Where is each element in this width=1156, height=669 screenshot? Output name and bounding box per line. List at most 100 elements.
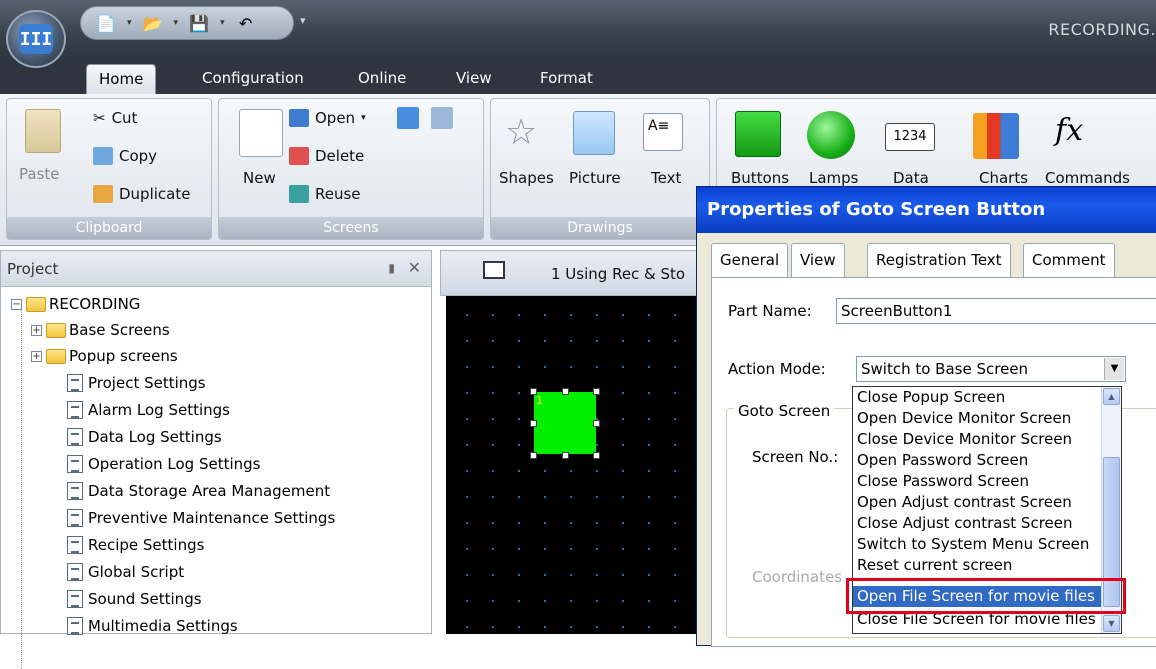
- option-reset-current-screen[interactable]: Reset current screen: [857, 555, 1012, 576]
- tab-online[interactable]: Online: [346, 64, 418, 94]
- new-dropdown-icon[interactable]: ▾: [127, 18, 132, 28]
- tab-view-dialog[interactable]: View: [791, 243, 845, 277]
- picture-button[interactable]: Picture: [569, 169, 621, 187]
- charts-icon[interactable]: [973, 113, 1019, 159]
- data-display-icon[interactable]: 1234: [885, 123, 935, 151]
- tab-general[interactable]: General: [711, 243, 789, 279]
- tab-view[interactable]: View: [444, 64, 504, 94]
- tab-format[interactable]: Format: [528, 64, 605, 94]
- reuse-screen-button[interactable]: Reuse: [289, 185, 361, 203]
- lamps-icon[interactable]: [807, 111, 855, 159]
- cut-button[interactable]: ✂ Cut: [93, 109, 137, 127]
- option-open-password-screen[interactable]: Open Password Screen: [857, 450, 1028, 471]
- application-button[interactable]: III: [6, 10, 66, 68]
- scissors-icon: ✂: [93, 109, 106, 127]
- tree-item-multimedia-settings[interactable]: Multimedia Settings: [67, 613, 238, 639]
- tree-item-label: Alarm Log Settings: [88, 401, 230, 419]
- new-screen-icon[interactable]: [239, 109, 283, 157]
- new-screen-button[interactable]: New: [243, 169, 276, 187]
- open-screen-button[interactable]: Open ▾: [289, 109, 366, 127]
- open-dropdown-icon[interactable]: ▾: [174, 18, 179, 28]
- picture-icon[interactable]: [573, 111, 615, 155]
- fx-icon[interactable]: fx: [1055, 113, 1103, 153]
- settings-doc-icon: [67, 455, 83, 473]
- screen-editor-tab[interactable]: 1 Using Rec & Sto: [440, 250, 710, 296]
- new-file-icon[interactable]: 📄: [95, 12, 117, 34]
- lamps-button[interactable]: Lamps: [809, 169, 859, 187]
- duplicate-button[interactable]: Duplicate: [93, 185, 190, 203]
- settings-doc-icon: [67, 563, 83, 581]
- clipboard-group: Paste ✂ Cut Copy Duplicate Clipboard: [6, 98, 212, 240]
- paste-icon[interactable]: [25, 109, 61, 153]
- pin-icon[interactable]: ▮: [388, 261, 395, 275]
- resize-handle[interactable]: [562, 388, 569, 395]
- save-icon[interactable]: 💾: [188, 12, 210, 34]
- tab-configuration[interactable]: Configuration: [190, 64, 316, 94]
- option-open-adjust-contrast-screen[interactable]: Open Adjust contrast Screen: [857, 492, 1072, 513]
- charts-button[interactable]: Charts: [979, 169, 1028, 187]
- open-folder-icon[interactable]: 📂: [142, 12, 164, 34]
- buttons-button[interactable]: Buttons: [731, 169, 789, 187]
- resize-handle[interactable]: [530, 420, 537, 427]
- goto-screen-button-part[interactable]: [534, 392, 596, 454]
- resize-handle[interactable]: [530, 388, 537, 395]
- option-close-popup-screen[interactable]: Close Popup Screen: [857, 387, 1005, 408]
- shapes-icon[interactable]: ☆: [505, 113, 545, 155]
- tree-folder-base-screens[interactable]: + Base Screens: [31, 317, 170, 343]
- option-switch-to-system-menu-screen[interactable]: Switch to System Menu Screen: [857, 534, 1089, 555]
- tree-item-operation-log-settings[interactable]: Operation Log Settings: [67, 451, 261, 477]
- resize-handle[interactable]: [593, 420, 600, 427]
- tree-item-global-script[interactable]: Global Script: [67, 559, 184, 585]
- tree-item-recipe-settings[interactable]: Recipe Settings: [67, 532, 204, 558]
- screen-canvas[interactable]: [446, 296, 708, 634]
- option-open-device-monitor-screen[interactable]: Open Device Monitor Screen: [857, 408, 1071, 429]
- expand-icon[interactable]: +: [31, 350, 42, 362]
- tree-item-preventive-maintenance-settings[interactable]: Preventive Maintenance Settings: [67, 505, 335, 531]
- resize-handle[interactable]: [593, 388, 600, 395]
- buttons-icon[interactable]: [735, 111, 781, 157]
- scroll-up-icon[interactable]: ▲: [1103, 388, 1120, 405]
- action-mode-select[interactable]: Switch to Base Screen ▼: [856, 356, 1126, 382]
- resize-handle[interactable]: [530, 452, 537, 459]
- text-button[interactable]: Text: [651, 169, 681, 187]
- expand-icon[interactable]: +: [31, 324, 42, 336]
- tree-root[interactable]: − RECORDING: [11, 291, 140, 317]
- copy-button[interactable]: Copy: [93, 147, 157, 165]
- action-mode-value: Switch to Base Screen: [861, 360, 1029, 378]
- tree-item-label: Base Screens: [69, 321, 170, 339]
- folder-icon: [46, 348, 66, 364]
- shapes-button[interactable]: Shapes: [499, 169, 554, 187]
- tree-item-data-log-settings[interactable]: Data Log Settings: [67, 424, 222, 450]
- commands-button[interactable]: Commands: [1045, 169, 1130, 187]
- tab-comment[interactable]: Comment: [1023, 243, 1115, 277]
- option-close-password-screen[interactable]: Close Password Screen: [857, 471, 1029, 492]
- resize-handle[interactable]: [593, 452, 600, 459]
- tree-item-label: Project Settings: [88, 374, 206, 392]
- scroll-down-icon[interactable]: ▼: [1103, 615, 1120, 632]
- paste-button[interactable]: Paste: [19, 165, 60, 183]
- tab-home[interactable]: Home: [86, 64, 157, 94]
- open-dropdown-arrow-icon: ▾: [361, 113, 366, 123]
- resize-handle[interactable]: [562, 452, 569, 459]
- chevron-down-icon[interactable]: ▼: [1104, 358, 1124, 380]
- tab-registration-text[interactable]: Registration Text: [867, 243, 1011, 277]
- option-close-device-monitor-screen[interactable]: Close Device Monitor Screen: [857, 429, 1072, 450]
- forward-button[interactable]: [431, 107, 453, 129]
- option-close-adjust-contrast-screen[interactable]: Close Adjust contrast Screen: [857, 513, 1073, 534]
- close-icon[interactable]: ✕: [408, 258, 421, 277]
- data-button[interactable]: Data: [893, 169, 929, 187]
- tree-folder-popup-screens[interactable]: + Popup screens: [31, 343, 178, 369]
- part-name-input[interactable]: ScreenButton1: [836, 298, 1156, 324]
- back-arrow-icon: [397, 107, 419, 129]
- tree-item-data-storage-area-management[interactable]: Data Storage Area Management: [67, 478, 330, 504]
- text-icon[interactable]: A≡: [643, 113, 683, 151]
- tree-item-project-settings[interactable]: Project Settings: [67, 370, 206, 396]
- customize-qat-icon[interactable]: ▾: [300, 14, 306, 27]
- undo-icon[interactable]: ↶: [235, 12, 257, 34]
- save-dropdown-icon[interactable]: ▾: [220, 18, 225, 28]
- tree-item-alarm-log-settings[interactable]: Alarm Log Settings: [67, 397, 230, 423]
- delete-screen-button[interactable]: Delete: [289, 147, 364, 165]
- tree-item-sound-settings[interactable]: Sound Settings: [67, 586, 202, 612]
- collapse-icon[interactable]: −: [11, 298, 22, 310]
- back-button[interactable]: [397, 107, 419, 129]
